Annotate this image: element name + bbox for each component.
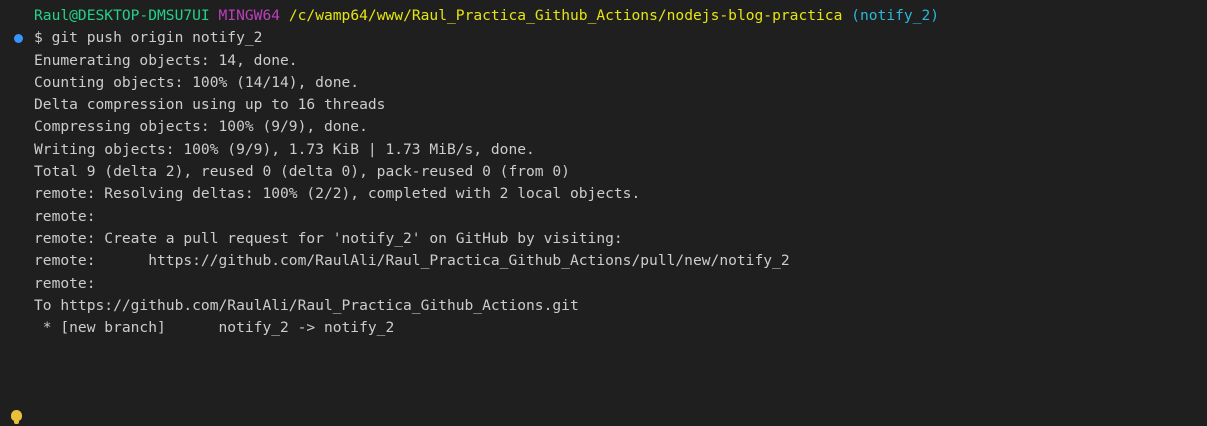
prompt-path: /c/wamp64/www/Raul_Practica_Github_Actio… [288, 7, 843, 24]
prompt-branch: (notify_2) [851, 7, 940, 24]
output-line: Total 9 (delta 2), reused 0 (delta 0), p… [34, 163, 570, 181]
prompt-env: MINGW64 [218, 7, 281, 24]
output-line: remote: Resolving deltas: 100% (2/2), co… [34, 185, 641, 203]
terminal-output: Raul@DESKTOP-DMSU7UI MINGW64 /c/wamp64/w… [34, 5, 1197, 339]
prompt-line: Raul@DESKTOP-DMSU7UI MINGW64 /c/wamp64/w… [34, 5, 1197, 27]
output-line: Writing objects: 100% (9/9), 1.73 KiB | … [34, 140, 535, 158]
output-line: remote: [34, 274, 96, 292]
output-line: Enumerating objects: 14, done. [34, 51, 298, 69]
output-line: Counting objects: 100% (14/14), done. [34, 73, 360, 91]
command-decoration-dot-icon[interactable] [14, 34, 23, 43]
output-line: * [new branch] notify_2 -> notify_2 [34, 319, 395, 337]
output-line: Delta compression using up to 16 threads [34, 96, 386, 114]
output-line: remote: [34, 207, 96, 225]
lightbulb-icon[interactable] [11, 410, 22, 424]
prompt-user-host: Raul@DESKTOP-DMSU7UI [34, 7, 210, 24]
output-line: remote: Create a pull request for 'notif… [34, 229, 623, 247]
pull-request-url-line[interactable]: remote: https://github.com/RaulAli/Raul_… [34, 250, 1197, 272]
output-line: Compressing objects: 100% (9/9), done. [34, 118, 368, 136]
terminal-panel[interactable]: Raul@DESKTOP-DMSU7UI MINGW64 /c/wamp64/w… [0, 0, 1207, 426]
command-line: $ git push origin notify_2 [34, 29, 263, 47]
remote-repo-line[interactable]: To https://github.com/RaulAli/Raul_Pract… [34, 295, 1197, 317]
